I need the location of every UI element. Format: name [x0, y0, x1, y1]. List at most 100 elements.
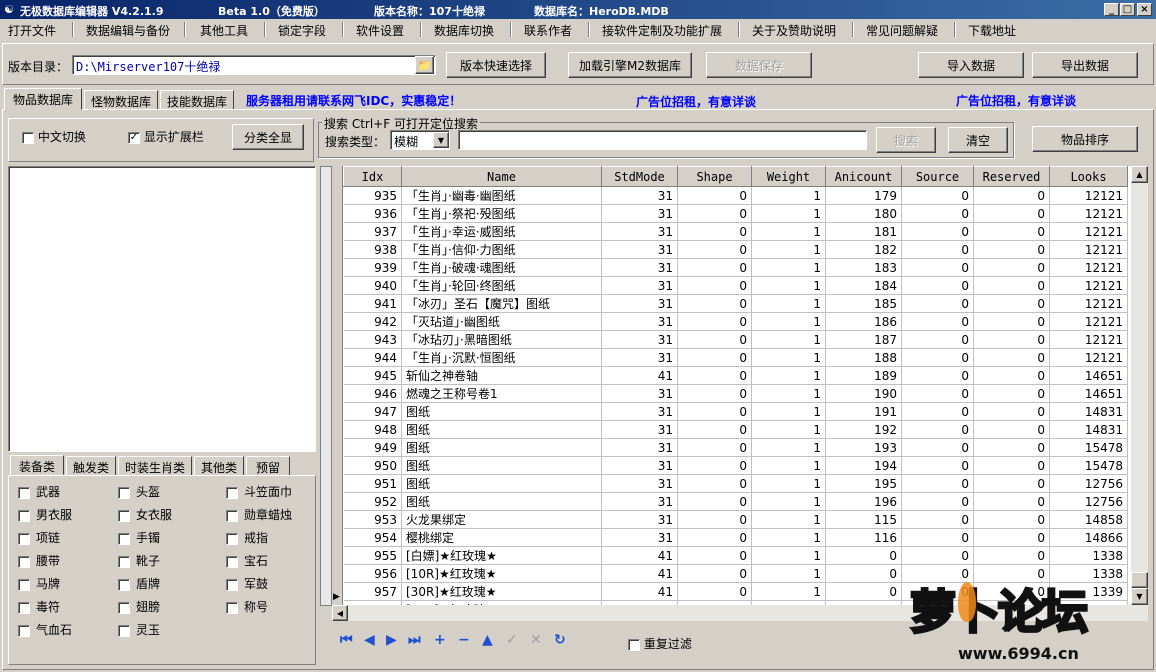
table-cell[interactable]: 1	[751, 564, 826, 583]
table-cell[interactable]: 0	[677, 582, 752, 601]
table-cell[interactable]: 0	[677, 294, 752, 313]
table-cell[interactable]: 180	[825, 204, 902, 223]
category-checkbox[interactable]: 男衣服	[18, 506, 72, 523]
checkbox-box[interactable]	[118, 578, 130, 591]
table-cell[interactable]: 0	[973, 276, 1050, 295]
export-data-button[interactable]: 导出数据	[1032, 52, 1138, 78]
table-row[interactable]: 950 图纸 31 0 1 194 0 0 15478	[343, 456, 1128, 475]
checkbox-box[interactable]	[18, 555, 30, 568]
table-cell[interactable]: 「生肖」·轮回·终图纸	[401, 276, 602, 295]
table-cell[interactable]: 31	[601, 438, 678, 457]
cancel-record-icon[interactable]: ✕	[530, 632, 542, 648]
item-grid[interactable]: Idx Name StdMode Shape Weight Anicount Source R…	[343, 166, 1131, 605]
table-row[interactable]: 946 燃魂之王称号卷1 31 0 1 190 0 0 14651	[343, 384, 1128, 403]
checkbox-box[interactable]	[118, 486, 130, 499]
table-cell[interactable]: 「生肖」·破魂·魂图纸	[401, 258, 602, 277]
table-cell[interactable]: 樱桃绑定	[401, 528, 602, 547]
delete-record-icon[interactable]: −	[458, 632, 470, 648]
table-cell[interactable]: 41	[601, 546, 678, 565]
table-cell[interactable]: 179	[825, 186, 902, 205]
table-cell[interactable]: 0	[677, 222, 752, 241]
menu-open-file[interactable]: 打开文件	[8, 22, 56, 39]
table-row[interactable]: 945 斩仙之神卷轴 41 0 1 189 0 0 14651	[343, 366, 1128, 385]
table-cell[interactable]: 0	[973, 294, 1050, 313]
table-cell[interactable]: 1	[751, 546, 826, 565]
prior-record-icon[interactable]: ◀	[364, 632, 375, 648]
table-row[interactable]: 936 「生肖」·祭祀·殁图纸 31 0 1 180 0 0 12121	[343, 204, 1128, 223]
table-cell[interactable]: 1	[751, 456, 826, 475]
table-cell[interactable]: 115	[825, 510, 902, 529]
checkbox-box[interactable]	[18, 578, 30, 591]
table-cell[interactable]: 0	[677, 384, 752, 403]
table-cell[interactable]: 0	[677, 528, 752, 547]
column-header[interactable]: Anicount	[825, 166, 902, 187]
category-checkbox[interactable]: 武器	[18, 483, 60, 500]
table-cell[interactable]: 14858	[1049, 510, 1128, 529]
next-record-icon[interactable]: ▶	[386, 632, 397, 648]
edit-record-icon[interactable]: ▲	[482, 632, 493, 648]
table-cell[interactable]: 0	[973, 438, 1050, 457]
table-cell[interactable]: 957	[343, 582, 402, 601]
category-checkbox[interactable]: 手镯	[118, 529, 160, 546]
table-cell[interactable]: 31	[601, 276, 678, 295]
dir-input[interactable]: D:\Mirserver107十绝禄	[72, 55, 436, 75]
checkbox-box[interactable]	[226, 509, 238, 522]
table-cell[interactable]: 1	[751, 312, 826, 331]
table-cell[interactable]: 41	[601, 582, 678, 601]
repeat-filter-box[interactable]	[628, 638, 640, 651]
checkbox-box[interactable]	[118, 624, 130, 637]
menu-about[interactable]: 关于及赞助说明	[752, 22, 836, 39]
category-checkbox[interactable]: 称号	[226, 598, 268, 615]
table-cell[interactable]: 0	[973, 258, 1050, 277]
sort-items-button[interactable]: 物品排序	[1032, 126, 1138, 152]
cat-tab-reserved[interactable]: 预留	[246, 456, 290, 476]
table-cell[interactable]: 185	[825, 294, 902, 313]
table-cell[interactable]: 187	[825, 330, 902, 349]
insert-record-icon[interactable]: +	[434, 632, 446, 648]
table-cell[interactable]: 0	[677, 456, 752, 475]
table-cell[interactable]: 951	[343, 474, 402, 493]
table-cell[interactable]: 952	[343, 492, 402, 511]
table-row[interactable]: 955 [白嫖]★红玫瑰★ 41 0 1 0 0 0 1338	[343, 546, 1128, 565]
table-cell[interactable]: 186	[825, 312, 902, 331]
table-row[interactable]: 951 图纸 31 0 1 195 0 0 12756	[343, 474, 1128, 493]
table-cell[interactable]: 0	[973, 348, 1050, 367]
maximize-icon[interactable]: □	[1120, 3, 1135, 16]
table-cell[interactable]: 0	[901, 510, 974, 529]
category-checkbox[interactable]: 军鼓	[226, 575, 268, 592]
table-cell[interactable]: 943	[343, 330, 402, 349]
checkbox-box[interactable]	[226, 578, 238, 591]
table-row[interactable]: 942 「灭玷道」·幽图纸 31 0 1 186 0 0 12121	[343, 312, 1128, 331]
table-cell[interactable]: 940	[343, 276, 402, 295]
table-cell[interactable]: 0	[901, 366, 974, 385]
table-cell[interactable]: 947	[343, 402, 402, 421]
checkbox-box[interactable]	[18, 509, 30, 522]
table-cell[interactable]: 14831	[1049, 402, 1128, 421]
refresh-icon[interactable]: ↻	[554, 632, 566, 648]
table-cell[interactable]: 「生肖」·祭祀·殁图纸	[401, 204, 602, 223]
table-cell[interactable]: 192	[825, 420, 902, 439]
menu-data-edit[interactable]: 数据编辑与备份	[86, 22, 170, 39]
checkbox-box[interactable]	[118, 601, 130, 614]
folder-icon[interactable]: 📁	[415, 56, 434, 74]
table-cell[interactable]: 0	[973, 402, 1050, 421]
category-checkbox[interactable]: 戒指	[226, 529, 268, 546]
category-checkbox[interactable]: 盾牌	[118, 575, 160, 592]
table-cell[interactable]: 12756	[1049, 474, 1128, 493]
table-cell[interactable]: 0	[973, 186, 1050, 205]
table-cell[interactable]: 181	[825, 222, 902, 241]
table-cell[interactable]: 938	[343, 240, 402, 259]
table-cell[interactable]: 191	[825, 402, 902, 421]
table-cell[interactable]: 0	[677, 276, 752, 295]
table-cell[interactable]: 0	[973, 240, 1050, 259]
table-cell[interactable]: 0	[677, 546, 752, 565]
table-cell[interactable]: 14651	[1049, 384, 1128, 403]
table-cell[interactable]: [白嫖]★红玫瑰★	[401, 546, 602, 565]
column-header[interactable]: Source	[901, 166, 974, 187]
column-header[interactable]: Idx	[343, 166, 402, 187]
table-cell[interactable]: 0	[901, 258, 974, 277]
scroll-left-icon[interactable]: ◀	[332, 605, 348, 621]
table-row[interactable]: 952 图纸 31 0 1 196 0 0 12756	[343, 492, 1128, 511]
table-cell[interactable]: 945	[343, 366, 402, 385]
table-cell[interactable]: 31	[601, 528, 678, 547]
